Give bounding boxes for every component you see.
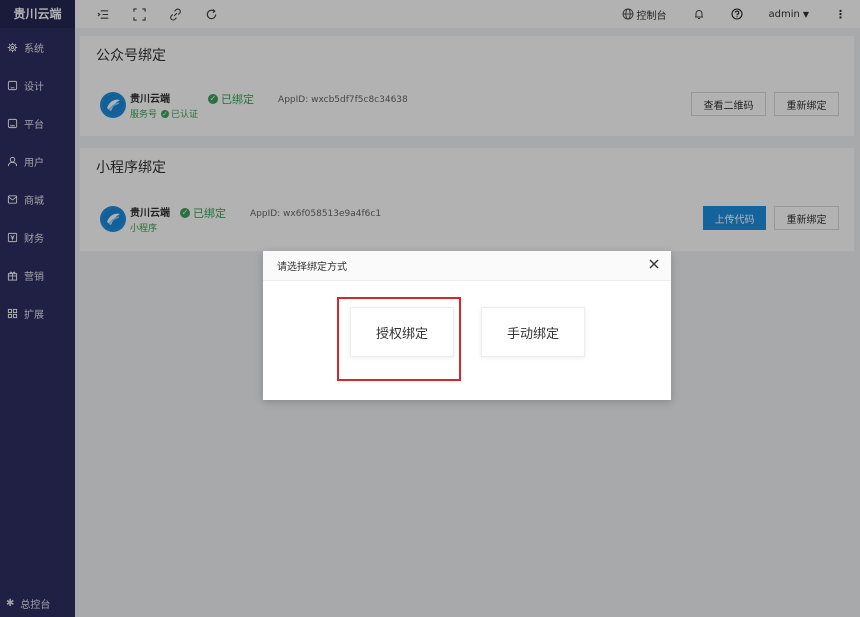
highlight-box [337, 297, 461, 381]
dialog-title: 请选择绑定方式 [277, 262, 347, 273]
dialog-header: 请选择绑定方式 [263, 251, 671, 281]
manual-bind-option[interactable]: 手动绑定 [481, 307, 585, 357]
bind-method-dialog: 请选择绑定方式 授权绑定 手动绑定 [263, 251, 671, 400]
close-icon[interactable] [647, 257, 661, 271]
